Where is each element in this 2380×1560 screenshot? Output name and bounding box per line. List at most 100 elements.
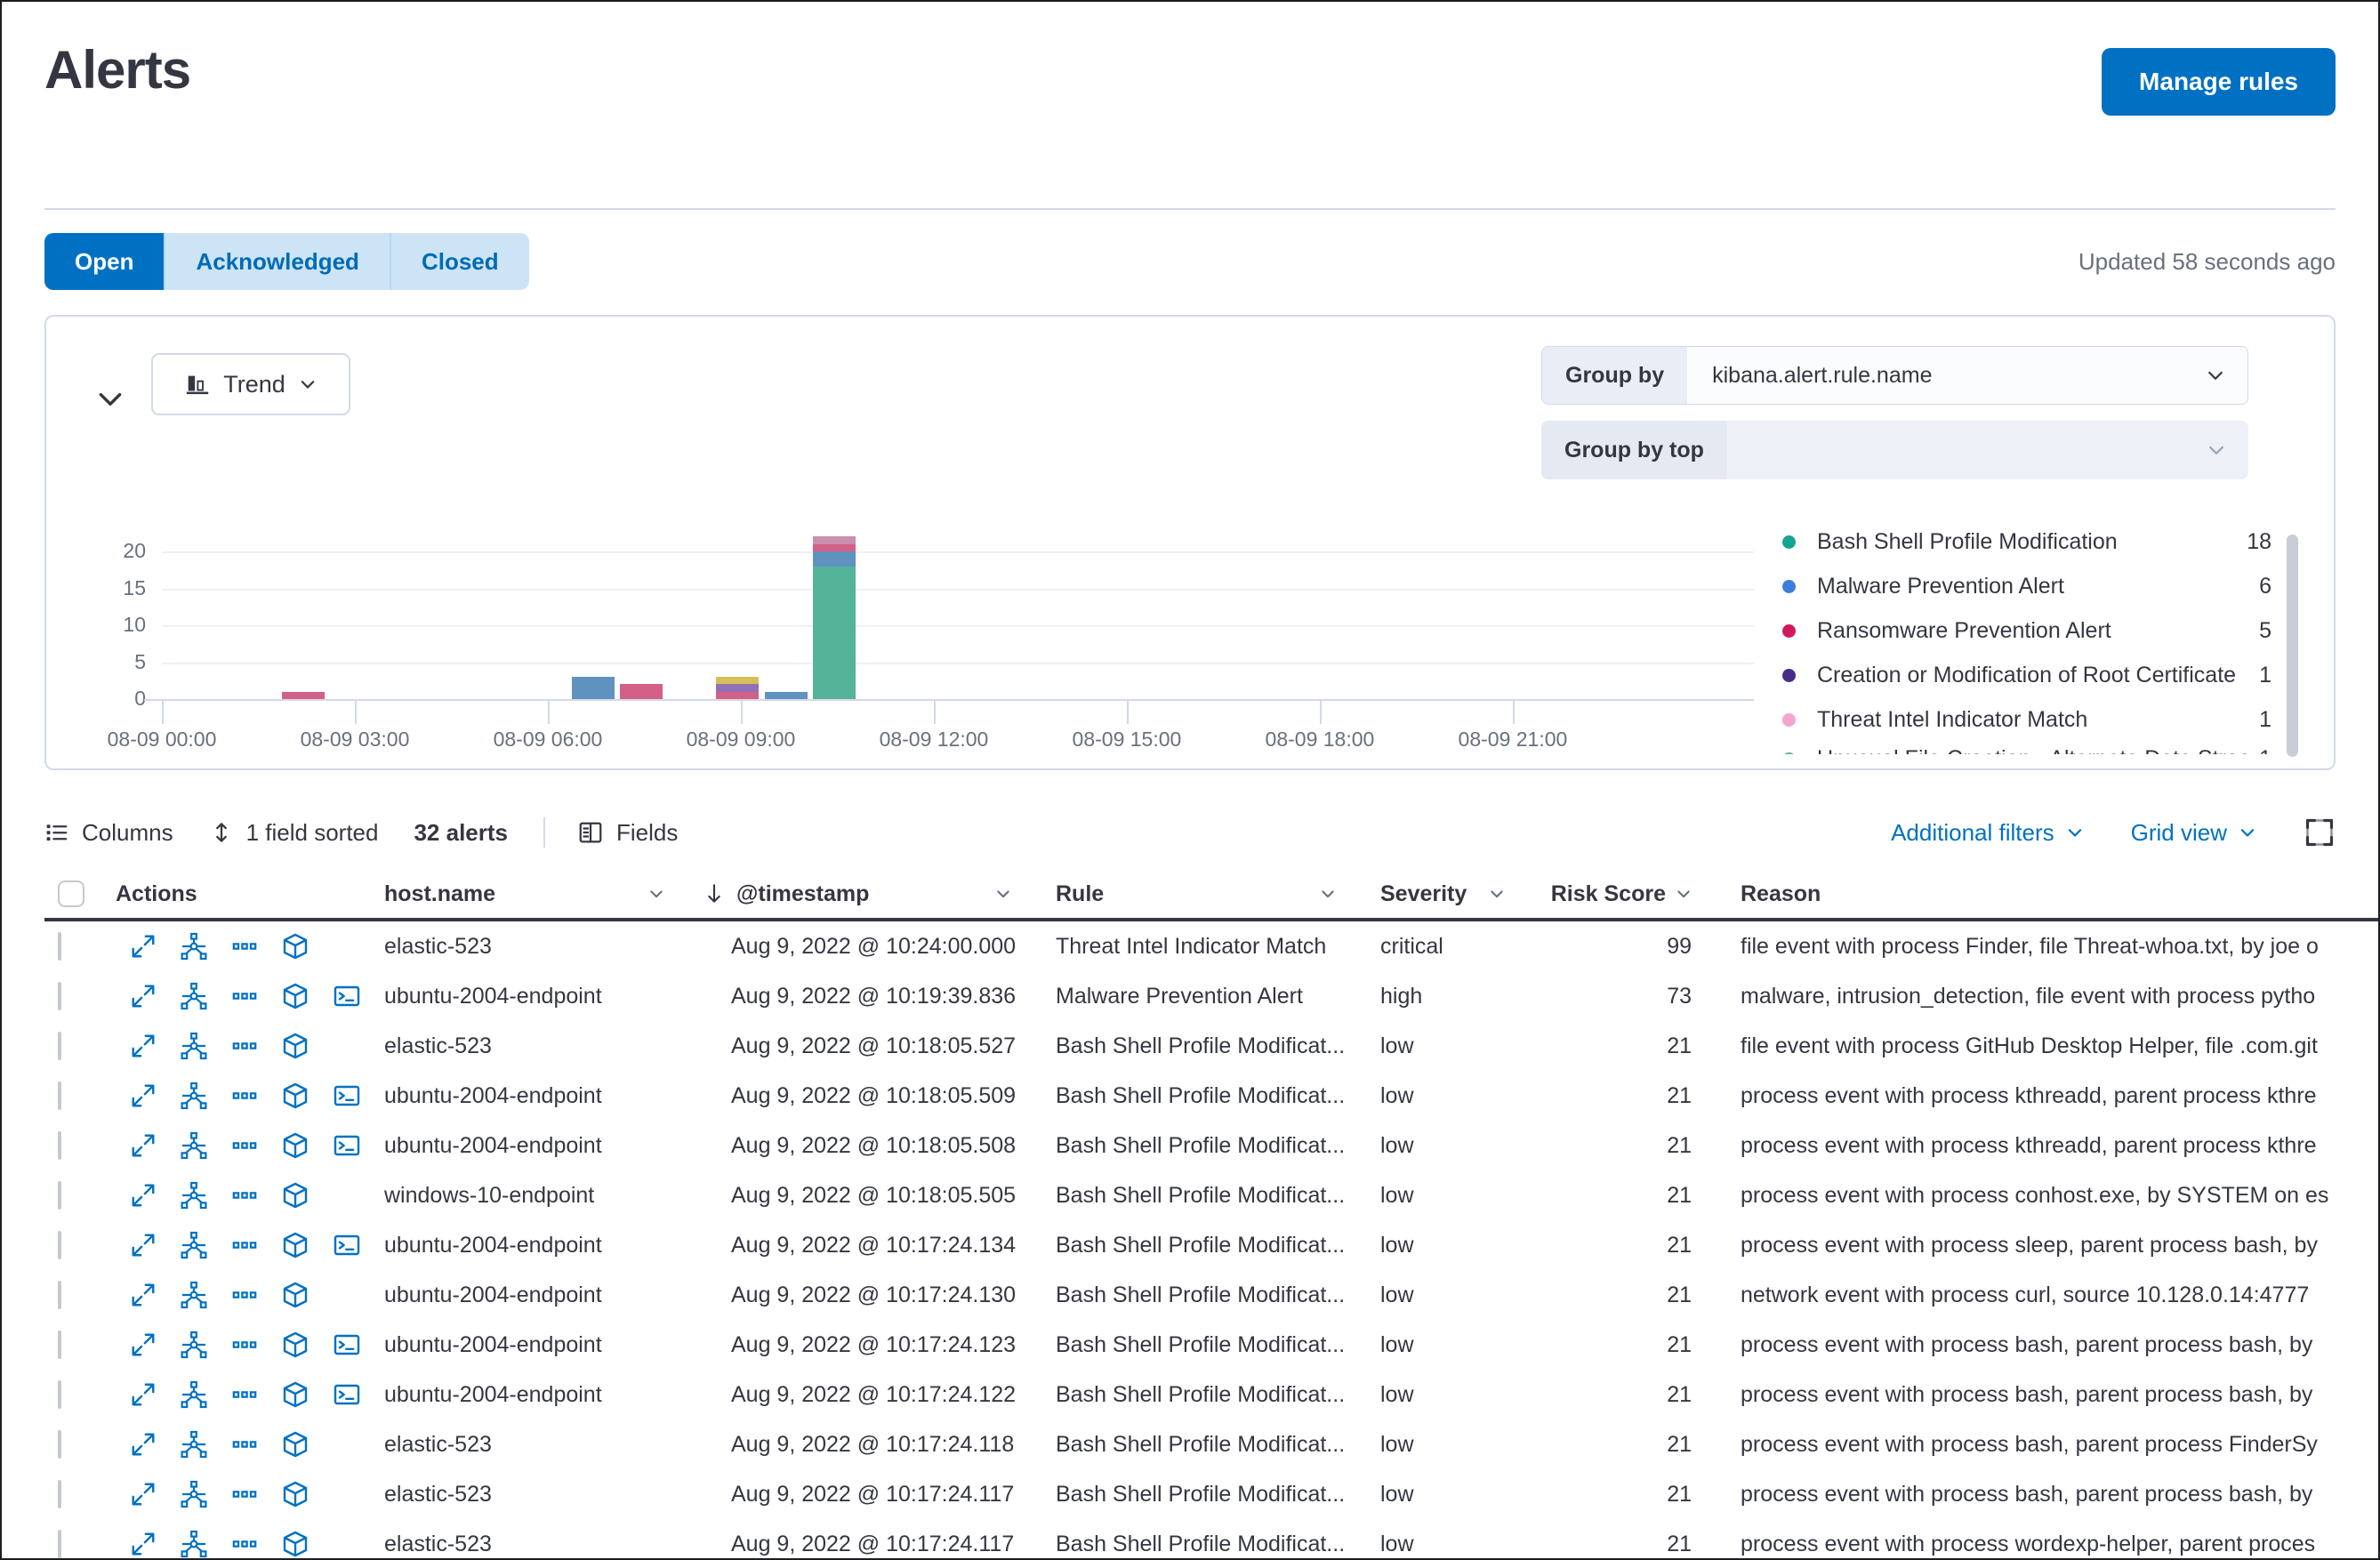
investigate-in-timeline-icon[interactable] xyxy=(180,932,208,961)
investigate-in-timeline-icon[interactable] xyxy=(180,1082,208,1110)
row-checkbox[interactable] xyxy=(58,1082,61,1110)
investigate-in-timeline-icon[interactable] xyxy=(180,1032,208,1060)
analyze-event-icon[interactable] xyxy=(281,1530,310,1558)
analyze-event-icon[interactable] xyxy=(281,1181,310,1210)
row-checkbox[interactable] xyxy=(58,1530,61,1558)
row-checkbox[interactable] xyxy=(58,1380,61,1409)
analyze-event-icon[interactable] xyxy=(281,1430,310,1459)
expand-alert-icon[interactable] xyxy=(130,983,157,1009)
row-actions xyxy=(94,932,361,961)
open-session-view-icon[interactable] xyxy=(333,982,361,1010)
investigate-in-timeline-icon[interactable] xyxy=(180,1430,208,1459)
analyze-event-icon[interactable] xyxy=(281,1032,310,1060)
analyze-event-icon[interactable] xyxy=(281,1480,310,1508)
expand-alert-icon[interactable] xyxy=(130,1033,157,1059)
investigate-in-timeline-icon[interactable] xyxy=(180,1530,208,1558)
more-actions-icon[interactable] xyxy=(231,1232,258,1258)
columns-button[interactable]: Columns xyxy=(44,819,173,847)
legend-item[interactable]: Creation or Modification of Root Certifi… xyxy=(1782,653,2271,697)
column-header-timestamp[interactable]: @timestamp xyxy=(678,870,1025,918)
expand-alert-icon[interactable] xyxy=(130,1282,157,1308)
more-actions-icon[interactable] xyxy=(231,1282,258,1308)
open-session-view-icon[interactable] xyxy=(333,1331,361,1359)
open-session-view-icon[interactable] xyxy=(333,1131,361,1160)
row-checkbox[interactable] xyxy=(58,1032,61,1060)
more-actions-icon[interactable] xyxy=(231,983,258,1009)
row-checkbox[interactable] xyxy=(58,1331,61,1359)
investigate-in-timeline-icon[interactable] xyxy=(180,1380,208,1409)
column-header-reason[interactable]: Reason xyxy=(1705,870,2378,918)
investigate-in-timeline-icon[interactable] xyxy=(180,1331,208,1359)
legend-item[interactable]: Malware Prevention Alert6 xyxy=(1782,564,2271,608)
legend-scrollbar[interactable] xyxy=(2287,535,2298,757)
reason-cell: file event with process GitHub Desktop H… xyxy=(1705,1033,2378,1059)
expand-alert-icon[interactable] xyxy=(130,933,157,960)
more-actions-icon[interactable] xyxy=(231,1531,258,1557)
investigate-in-timeline-icon[interactable] xyxy=(180,1131,208,1160)
investigate-in-timeline-icon[interactable] xyxy=(180,982,208,1010)
severity-cell: low xyxy=(1349,1332,1518,1358)
analyze-event-icon[interactable] xyxy=(281,982,310,1010)
investigate-in-timeline-icon[interactable] xyxy=(180,1281,208,1309)
investigate-in-timeline-icon[interactable] xyxy=(180,1231,208,1259)
expand-alert-icon[interactable] xyxy=(130,1082,157,1109)
investigate-in-timeline-icon[interactable] xyxy=(180,1480,208,1508)
additional-filters-button[interactable]: Additional filters xyxy=(1891,819,2085,847)
analyze-event-icon[interactable] xyxy=(281,1331,310,1359)
more-actions-icon[interactable] xyxy=(231,933,258,960)
analyze-event-icon[interactable] xyxy=(281,1131,310,1160)
open-session-view-icon[interactable] xyxy=(333,1380,361,1409)
sort-fields-button[interactable]: 1 field sorted xyxy=(209,819,379,847)
legend-item[interactable]: Ransomware Prevention Alert5 xyxy=(1782,608,2271,653)
more-actions-icon[interactable] xyxy=(231,1381,258,1408)
row-checkbox[interactable] xyxy=(58,1181,61,1210)
more-actions-icon[interactable] xyxy=(231,1082,258,1109)
expand-alert-icon[interactable] xyxy=(130,1182,157,1209)
open-session-view-icon[interactable] xyxy=(333,1231,361,1259)
legend-item[interactable]: Threat Intel Indicator Match1 xyxy=(1782,697,2271,742)
column-header-hostname[interactable]: host.name xyxy=(361,870,678,918)
column-header-risk-score[interactable]: Risk Score xyxy=(1518,870,1705,918)
analyze-event-icon[interactable] xyxy=(281,1082,310,1110)
expand-alert-icon[interactable] xyxy=(130,1331,157,1358)
status-tab-closed[interactable]: Closed xyxy=(391,233,529,290)
more-actions-icon[interactable] xyxy=(231,1331,258,1358)
analyze-event-icon[interactable] xyxy=(281,932,310,961)
grid-view-button[interactable]: Grid view xyxy=(2131,819,2257,847)
row-checkbox[interactable] xyxy=(58,932,61,961)
expand-alert-icon[interactable] xyxy=(130,1531,157,1557)
table-row: ubuntu-2004-endpoint Aug 9, 2022 @ 10:17… xyxy=(44,1370,2378,1419)
row-checkbox[interactable] xyxy=(58,1430,61,1459)
row-checkbox[interactable] xyxy=(58,1131,61,1160)
status-tab-acknowledged[interactable]: Acknowledged xyxy=(165,233,390,290)
more-actions-icon[interactable] xyxy=(231,1132,258,1159)
expand-alert-icon[interactable] xyxy=(130,1232,157,1258)
row-checkbox[interactable] xyxy=(58,1281,61,1309)
investigate-in-timeline-icon[interactable] xyxy=(180,1181,208,1210)
expand-alert-icon[interactable] xyxy=(130,1132,157,1159)
row-checkbox[interactable] xyxy=(58,1480,61,1508)
more-actions-icon[interactable] xyxy=(231,1431,258,1458)
expand-alert-icon[interactable] xyxy=(130,1431,157,1458)
select-all-checkbox[interactable] xyxy=(58,881,84,907)
severity-cell: low xyxy=(1349,1133,1518,1159)
fullscreen-button[interactable] xyxy=(2304,816,2336,848)
column-header-severity[interactable]: Severity xyxy=(1349,870,1518,918)
analyze-event-icon[interactable] xyxy=(281,1231,310,1259)
manage-rules-button[interactable]: Manage rules xyxy=(2102,48,2336,116)
more-actions-icon[interactable] xyxy=(231,1182,258,1209)
expand-alert-icon[interactable] xyxy=(130,1481,157,1508)
legend-item[interactable]: Bash Shell Profile Modification18 xyxy=(1782,519,2271,564)
analyze-event-icon[interactable] xyxy=(281,1380,310,1409)
row-checkbox[interactable] xyxy=(58,982,61,1010)
analyze-event-icon[interactable] xyxy=(281,1281,310,1309)
legend-item[interactable]: Unusual File Creation - Alternate Data S… xyxy=(1782,742,2271,754)
more-actions-icon[interactable] xyxy=(231,1033,258,1059)
fields-button[interactable]: Fields xyxy=(577,819,678,847)
column-header-rule[interactable]: Rule xyxy=(1025,870,1349,918)
open-session-view-icon[interactable] xyxy=(333,1082,361,1110)
expand-alert-icon[interactable] xyxy=(130,1381,157,1408)
status-tab-open[interactable]: Open xyxy=(44,233,165,290)
more-actions-icon[interactable] xyxy=(231,1481,258,1508)
row-checkbox[interactable] xyxy=(58,1231,61,1259)
